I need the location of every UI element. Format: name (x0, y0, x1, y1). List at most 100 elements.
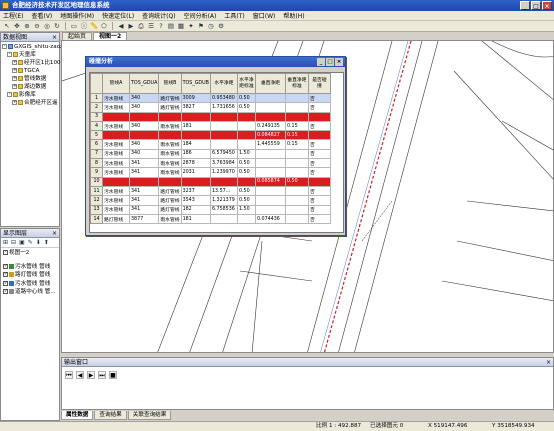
back-icon[interactable]: ◀ (117, 22, 125, 30)
table-cell[interactable]: 污水管线 (102, 92, 130, 104)
table-cell[interactable]: 0.50 (236, 185, 256, 197)
table-cell[interactable]: 341 (128, 176, 160, 187)
table-cell[interactable]: 雨水管线 (158, 139, 182, 150)
menu-query-stats[interactable]: 查询统计(Q) (142, 11, 175, 20)
table-cell[interactable]: 181 (180, 176, 211, 187)
stop-icon[interactable]: ■ (109, 371, 117, 379)
table-cell[interactable]: 雨水管线 (158, 148, 182, 160)
first-page-icon[interactable]: ⏮ (65, 371, 73, 379)
star-icon[interactable]: ✦ (187, 22, 195, 30)
table-cell[interactable] (254, 195, 286, 206)
table-row[interactable]: 13 污水管线 341 路灯管线 182 6.758536 1.50 否 (90, 204, 331, 215)
table-cell[interactable]: 污水管线 (102, 158, 130, 169)
table-cell[interactable]: 否 (307, 139, 331, 150)
checkbox-checked-icon[interactable]: ✓ (3, 289, 8, 294)
table-cell[interactable]: 3009 (180, 92, 211, 104)
table-cell[interactable] (209, 139, 238, 150)
tree-node-1000[interactable]: + 经开区1比1000 (2, 59, 64, 67)
column-header[interactable]: TOS_GDUA (128, 73, 160, 94)
tree-node-pipeline[interactable]: + 管线数据 (2, 75, 58, 83)
table-row[interactable]: 8 污水管线 341 雨水管线 2878 3.763984 0.50 否 (90, 158, 331, 169)
table-cell[interactable] (254, 167, 286, 178)
table-cell[interactable] (209, 111, 238, 122)
table-cell[interactable]: 污水管线 (102, 185, 130, 197)
checkbox-checked-icon[interactable]: ✓ (3, 263, 8, 269)
tab-start-page[interactable]: 起始页 (62, 32, 93, 40)
table-cell[interactable]: 0.074436 (254, 213, 286, 225)
table-cell[interactable]: 181 (180, 120, 211, 132)
table-cell[interactable]: 1.445559 (254, 139, 286, 150)
table-cell[interactable]: 0.15 (284, 130, 309, 141)
row-number[interactable]: 9 (90, 167, 103, 178)
table-cell[interactable]: 1.731656 (209, 102, 238, 113)
row-number[interactable]: 14 (90, 213, 103, 225)
row-number[interactable]: 6 (90, 139, 103, 150)
row-number[interactable]: 4 (90, 120, 103, 132)
table-cell[interactable]: 否 (307, 195, 331, 206)
table-cell[interactable]: 1.239970 (209, 167, 238, 178)
table-cell[interactable]: 否 (307, 213, 331, 225)
layer-item[interactable]: ✓ 污水管线 管线 (3, 263, 57, 272)
column-header[interactable]: TOS_GDUB (180, 73, 211, 94)
table-cell[interactable]: 13.57... (209, 185, 238, 197)
table-row[interactable]: 3 污水管线 340 雨水管线 160 是 (90, 111, 331, 122)
table-cell[interactable]: 340 (128, 148, 160, 160)
next-page-icon[interactable]: ▶ (87, 371, 95, 379)
table-cell[interactable]: 否 (307, 102, 331, 113)
flag-icon[interactable]: ⚑ (197, 22, 205, 30)
table-cell[interactable] (284, 102, 309, 113)
dialog-close-button[interactable]: × (335, 58, 343, 66)
table-cell[interactable]: 否 (307, 148, 331, 160)
table-cell[interactable] (236, 139, 256, 150)
row-number[interactable]: 5 (90, 130, 103, 141)
table-cell[interactable]: 341 (128, 158, 160, 169)
table-cell[interactable]: 否 (307, 204, 331, 215)
layer-item[interactable]: ✓ 路灯管线 管线 (3, 271, 57, 280)
table-row[interactable]: 11 污水管线 341 路灯管线 3237 13.57... 0.50 否 (90, 185, 331, 197)
table-cell[interactable]: 340 (128, 102, 160, 113)
table-cell[interactable]: 1.50 (236, 148, 256, 160)
layer-props-icon[interactable]: ▣ (19, 239, 25, 246)
table-cell[interactable]: 雨水管线 (158, 213, 182, 225)
table-cell[interactable]: 污水管线 (102, 130, 130, 141)
table-cell[interactable]: 污水管线 (102, 111, 130, 122)
table-cell[interactable]: 是 (307, 111, 331, 122)
table-cell[interactable]: 路灯管线 (158, 102, 182, 113)
minimize-button[interactable]: _ (520, 1, 530, 10)
table-cell[interactable]: 186 (180, 148, 211, 160)
column-header[interactable]: 水平净距标准 (236, 73, 256, 94)
table-cell[interactable]: 340 (128, 130, 160, 141)
layer-add-icon[interactable]: ⊞ (3, 239, 8, 246)
table-cell[interactable]: 否 (307, 92, 331, 104)
table-cell[interactable] (254, 111, 286, 122)
table-cell[interactable] (284, 204, 309, 215)
table-cell[interactable]: 341 (128, 185, 160, 197)
table-cell[interactable]: 雨水管线 (158, 167, 182, 178)
close-button[interactable]: × (542, 1, 552, 10)
table-cell[interactable]: 路灯管线 (102, 213, 130, 225)
panel-close-icon[interactable]: × (52, 33, 57, 42)
table-cell[interactable]: 雨水管线 (158, 158, 182, 169)
table-cell[interactable]: 污水管线 (102, 139, 130, 150)
table-cell[interactable]: 污水管线 (102, 102, 130, 113)
chart-icon[interactable]: ▤ (167, 22, 175, 30)
table-cell[interactable]: 341 (128, 167, 160, 178)
table-cell[interactable] (254, 158, 286, 169)
table-cell[interactable] (284, 195, 309, 206)
menu-view[interactable]: 查看(V) (31, 11, 52, 20)
table-cell[interactable]: 否 (307, 167, 331, 178)
tab-query-results[interactable]: 查询结果 (94, 411, 127, 420)
clock-icon[interactable]: ◷ (207, 22, 215, 30)
table-cell[interactable] (236, 130, 256, 141)
table-cell[interactable]: 是 (307, 130, 331, 141)
layer-up-icon[interactable]: ⬆ (44, 239, 49, 246)
table-row[interactable]: 10 污水管线 341 雨水管线 181 0.085874 0.50 是 (90, 176, 331, 187)
table-cell[interactable] (284, 158, 309, 169)
identify-icon[interactable]: ⓘ (80, 22, 88, 30)
column-header[interactable]: 水平净距 (209, 73, 238, 94)
table-cell[interactable]: 污水管线 (102, 195, 130, 206)
settings-icon[interactable]: ⚙ (217, 22, 225, 30)
zoom-in-icon[interactable]: ⊕ (23, 22, 31, 30)
table-cell[interactable] (209, 176, 238, 187)
column-header[interactable]: 管线B (158, 73, 182, 94)
